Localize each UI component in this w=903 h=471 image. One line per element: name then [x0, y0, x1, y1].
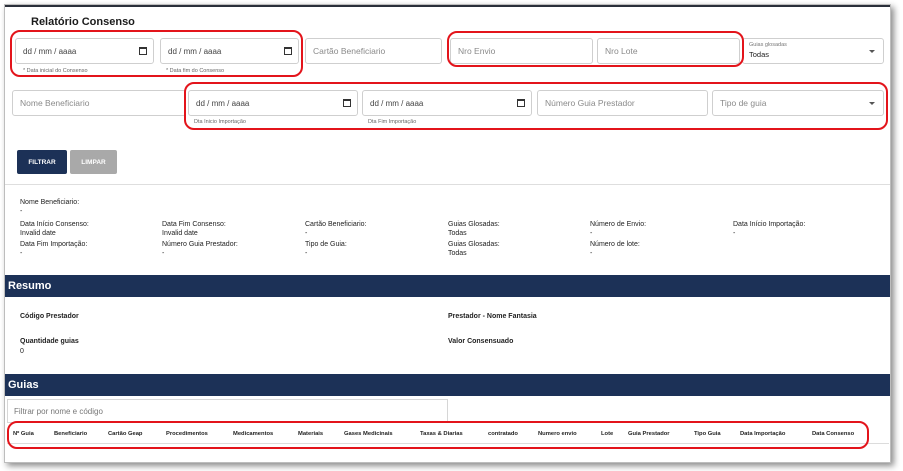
- prestador-nome-label: Prestador - Nome Fantasia: [448, 313, 537, 320]
- guias-header: Guias: [5, 374, 890, 396]
- summary-numero-envio: Número de Envio: -: [590, 220, 646, 238]
- calendar-icon[interactable]: [284, 47, 292, 55]
- calendar-icon[interactable]: [517, 99, 525, 107]
- codigo-prestador-label: Código Prestador: [20, 313, 79, 320]
- summary-value: Todas: [448, 230, 467, 237]
- chevron-down-icon: [869, 50, 875, 53]
- guias-filter-input[interactable]: Filtrar por nome e código: [7, 399, 448, 423]
- data-fim-consenso-input[interactable]: dd / mm / aaaa: [160, 38, 299, 64]
- col-data-consenso[interactable]: Data Consenso: [812, 431, 854, 437]
- summary-data-fim-consenso: Data Fim Consenso: Invalid date: [162, 220, 226, 238]
- date-value: dd / mm / aaaa: [23, 46, 77, 56]
- col-gases-medicinais[interactable]: Gases Medicinais: [344, 431, 393, 437]
- summary-value: -: [20, 208, 23, 215]
- summary-tipo-de-guia: Tipo de Guia: -: [305, 240, 347, 258]
- col-medicamentos[interactable]: Medicamentos: [233, 431, 273, 437]
- guias-glosadas-label: Guias glosadas: [749, 42, 787, 48]
- calendar-icon[interactable]: [343, 99, 351, 107]
- section-divider: [5, 184, 890, 185]
- tipo-de-guia-select[interactable]: Tipo de guia: [712, 90, 884, 116]
- data-inicial-consenso-input[interactable]: dd / mm / aaaa: [15, 38, 154, 64]
- summary-value: -: [733, 230, 736, 237]
- summary-numero-guia-prestador: Número Guia Prestador: -: [162, 240, 238, 258]
- col-beneficiario[interactable]: Beneficiario: [54, 431, 87, 437]
- quantidade-guias-value: 0: [20, 348, 24, 355]
- date-value: dd / mm / aaaa: [370, 98, 424, 108]
- summary-value: -: [590, 250, 593, 257]
- summary-data-fim-importacao: Data Fim Importação: -: [20, 240, 87, 258]
- col-materiais[interactable]: Materiais: [298, 431, 323, 437]
- nro-envio-input[interactable]: Nro Envio: [450, 38, 593, 64]
- date-value: dd / mm / aaaa: [168, 46, 222, 56]
- col-taxas-diarias[interactable]: Taxas & Diarias: [420, 431, 463, 437]
- valor-consensuado-label: Valor Consensuado: [448, 338, 514, 345]
- summary-cartao-beneficiario: Cartão Beneficiario: -: [305, 220, 366, 238]
- summary-label: Número de Envio:: [590, 221, 647, 228]
- summary-value: Invalid date: [162, 230, 198, 237]
- data-fim-importacao-helper: Dta Fim Importação: [368, 119, 417, 125]
- calendar-icon[interactable]: [139, 47, 147, 55]
- summary-label: Nome Beneficiario:: [20, 199, 80, 206]
- resumo-header: Resumo: [5, 275, 890, 297]
- guias-glosadas-value: Todas: [749, 50, 770, 59]
- data-fim-consenso-helper: * Data fim do Consenso: [166, 68, 225, 74]
- summary-label: Data Início Importação:: [733, 221, 806, 228]
- data-fim-importacao-input[interactable]: dd / mm / aaaa: [362, 90, 532, 116]
- summary-label: Guias Glosadas:: [448, 221, 500, 228]
- guias-table-header: Nº Guia Beneficiario Cartão Geap Procedi…: [7, 427, 889, 444]
- cartao-beneficiario-input[interactable]: Cartão Beneficiario: [305, 38, 442, 64]
- summary-numero-lote: Número de lote: -: [590, 240, 640, 258]
- chevron-down-icon: [869, 102, 875, 105]
- nome-beneficiario-input[interactable]: Nome Beneficiario: [12, 90, 186, 116]
- summary-label: Número Guia Prestador:: [162, 241, 238, 248]
- summary-label: Data Fim Consenso:: [162, 221, 226, 228]
- numero-guia-prestador-input[interactable]: Número Guia Prestador: [537, 90, 708, 116]
- guias-glosadas-select[interactable]: Guias glosadas Todas: [742, 38, 884, 64]
- summary-label: Data Início Consenso:: [20, 221, 89, 228]
- col-contratado[interactable]: contratado: [488, 431, 518, 437]
- data-inicial-consenso-helper: * Data inicial do Consenso: [23, 68, 88, 74]
- filtrar-button[interactable]: FILTRAR: [17, 150, 67, 174]
- col-numero-envio[interactable]: Numero envio: [538, 431, 577, 437]
- summary-value: -: [305, 230, 308, 237]
- summary-label: Cartão Beneficiario:: [305, 221, 367, 228]
- tipo-de-guia-placeholder: Tipo de guia: [720, 98, 767, 108]
- summary-label: Guias Glosadas:: [448, 241, 500, 248]
- quantidade-guias-label: Quantidade guias: [20, 338, 79, 345]
- summary-label: Número de lote:: [590, 241, 640, 248]
- col-n-guia[interactable]: Nº Guia: [13, 431, 34, 437]
- summary-data-inicio-consenso: Data Início Consenso: Invalid date: [20, 220, 89, 238]
- col-cartao-geap[interactable]: Cartão Geap: [108, 431, 142, 437]
- page-title: Relatório Consenso: [31, 16, 135, 28]
- data-inicio-importacao-input[interactable]: dd / mm / aaaa: [188, 90, 358, 116]
- summary-guias-glosadas: Guias Glosadas: Todas: [448, 220, 500, 238]
- col-guia-prestador[interactable]: Guia Prestador: [628, 431, 670, 437]
- report-window: Relatório Consenso dd / mm / aaaa * Data…: [4, 4, 891, 463]
- summary-guias-glosadas-2: Guias Glosadas: Todas: [448, 240, 500, 258]
- summary-data-inicio-importacao: Data Início Importação: -: [733, 220, 805, 238]
- date-value: dd / mm / aaaa: [196, 98, 250, 108]
- limpar-button[interactable]: LIMPAR: [70, 150, 117, 174]
- top-border: [5, 5, 890, 7]
- col-lote[interactable]: Lote: [601, 431, 613, 437]
- summary-label: Data Fim Importação:: [20, 241, 88, 248]
- summary-value: Todas: [448, 250, 467, 257]
- col-data-importacao[interactable]: Data Importação: [740, 431, 785, 437]
- col-procedimentos[interactable]: Procedimentos: [166, 431, 208, 437]
- summary-nome-beneficiario: Nome Beneficiario: -: [20, 198, 79, 216]
- summary-value: -: [305, 250, 308, 257]
- summary-value: Invalid date: [20, 230, 56, 237]
- data-inicio-importacao-helper: Dta Inicio Importação: [194, 119, 246, 125]
- summary-label: Tipo de Guia:: [305, 241, 347, 248]
- nro-lote-input[interactable]: Nro Lote: [597, 38, 740, 64]
- summary-value: -: [590, 230, 593, 237]
- summary-value: -: [20, 250, 23, 257]
- col-tipo-guia[interactable]: Tipo Guia: [694, 431, 721, 437]
- summary-value: -: [162, 250, 165, 257]
